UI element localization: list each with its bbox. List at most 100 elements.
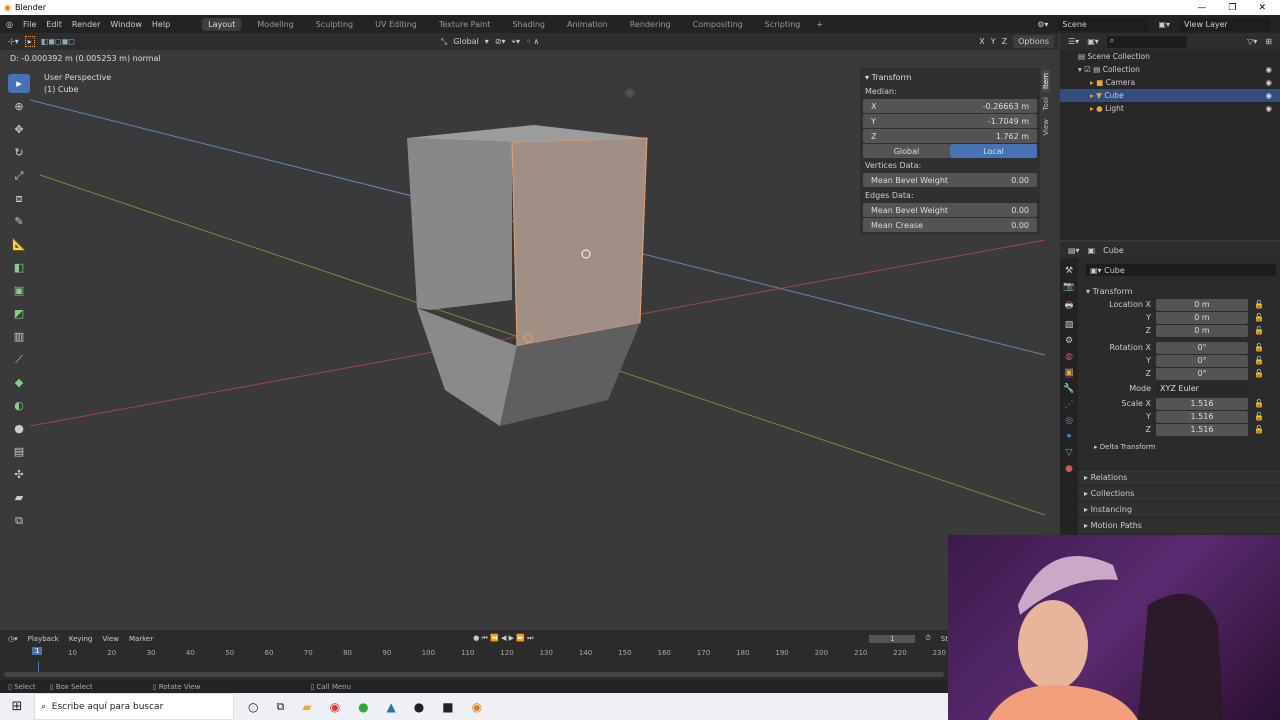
median-x-field[interactable]: X -0.26663 m	[863, 99, 1037, 113]
snap-icon[interactable]: ⌖▾	[512, 37, 521, 47]
add-workspace-button[interactable]: +	[816, 20, 823, 29]
photos-icon[interactable]: ▲	[387, 700, 396, 714]
taskbar-search-input[interactable]: ⌕ Escribe aquí para buscar	[34, 693, 234, 720]
editor-type-icon[interactable]: ⊹▾	[8, 37, 19, 46]
visibility-eye-icon[interactable]: ◉	[1265, 65, 1272, 74]
tab-item[interactable]: Item	[1042, 70, 1050, 92]
timeline-scrollbar[interactable]	[4, 672, 944, 677]
modifier-tab-icon[interactable]: 🔧	[1063, 384, 1074, 394]
scene-icon[interactable]: ⚙▾	[1037, 20, 1048, 29]
lock-icon[interactable]: 🔓	[1252, 356, 1266, 365]
visibility-eye-icon[interactable]: ◉	[1265, 91, 1272, 100]
new-collection-icon[interactable]: ⊞	[1265, 37, 1272, 46]
smooth-tool[interactable]: ●	[8, 419, 30, 438]
tab-modeling[interactable]: Modeling	[251, 18, 299, 31]
proportional-icon[interactable]: ◦ ∧	[526, 37, 539, 46]
poly-build-tool[interactable]: ◆	[8, 373, 30, 392]
editor-type-icon[interactable]: ◷▾	[8, 635, 18, 643]
filter-view-icon[interactable]: ▣▾	[1087, 37, 1099, 46]
axis-z-toggle[interactable]: Z	[1002, 37, 1007, 46]
shrink-fatten-tool[interactable]: ✣	[8, 465, 30, 484]
outliner-cube[interactable]: ▸ ▼ Cube ◉	[1060, 89, 1280, 102]
render-tab-icon[interactable]: 📷	[1063, 282, 1074, 292]
edge-slide-tool[interactable]: ▤	[8, 442, 30, 461]
location-y-field[interactable]: 0 m	[1156, 311, 1248, 324]
tab-shading[interactable]: Shading	[506, 18, 551, 31]
shear-tool[interactable]: ▰	[8, 488, 30, 507]
task-view-icon[interactable]: ⧉	[276, 700, 284, 714]
lock-icon[interactable]: 🔓	[1252, 326, 1266, 335]
outliner-scene-collection[interactable]: ▤ Scene Collection	[1060, 50, 1280, 63]
instancing-section[interactable]: ▸ Instancing	[1078, 501, 1280, 517]
outliner-camera[interactable]: ▸ ■ Camera ◉	[1060, 76, 1280, 89]
edge-bevel-weight-field[interactable]: Mean Bevel Weight 0.00	[863, 203, 1037, 217]
vertex-bevel-weight-field[interactable]: Mean Bevel Weight 0.00	[863, 173, 1037, 187]
output-tab-icon[interactable]: 🖶	[1065, 298, 1074, 314]
lock-icon[interactable]: 🔓	[1252, 343, 1266, 352]
annotate-tool[interactable]: ✎	[8, 212, 30, 231]
delta-transform-subpanel[interactable]: ▸ Delta Transform	[1078, 440, 1280, 454]
tab-scripting[interactable]: Scripting	[759, 18, 807, 31]
view-menu[interactable]: View	[102, 635, 119, 643]
editor-type-icon[interactable]: ▤▾	[1068, 246, 1080, 255]
maximize-button[interactable]: ❐	[1228, 3, 1236, 13]
current-frame-field[interactable]: 1	[869, 634, 916, 643]
menu-render[interactable]: Render	[72, 20, 100, 29]
tab-animation[interactable]: Animation	[561, 18, 614, 31]
scene-field[interactable]: Scene	[1058, 17, 1149, 31]
transform-tool[interactable]: ⧈	[8, 189, 30, 208]
marker-menu[interactable]: Marker	[129, 635, 153, 643]
orientation-dropdown[interactable]: Global	[453, 37, 479, 46]
bevel-tool[interactable]: ◩	[8, 304, 30, 323]
tab-tool[interactable]: Tool	[1042, 93, 1050, 114]
rotate-tool[interactable]: ↻	[8, 143, 30, 162]
median-z-field[interactable]: Z 1.762 m	[863, 129, 1037, 143]
lock-icon[interactable]: 🔓	[1252, 412, 1266, 421]
spin-tool[interactable]: ◐	[8, 396, 30, 415]
location-z-field[interactable]: 0 m	[1156, 324, 1248, 337]
physics-tab-icon[interactable]: ◎	[1065, 416, 1073, 426]
blender-taskbar-icon[interactable]: ◉	[472, 700, 482, 714]
lock-icon[interactable]: 🔓	[1252, 399, 1266, 408]
rotation-mode-dropdown[interactable]: XYZ Euler	[1156, 382, 1248, 395]
extrude-tool[interactable]: ◧	[8, 258, 30, 277]
frame-ruler[interactable]: 1 10 20 30 40 50 60 70 80 90 100 110 120 130 140 150 16…	[0, 647, 948, 661]
tab-rendering[interactable]: Rendering	[624, 18, 677, 31]
scale-tool[interactable]: ⤢	[8, 166, 30, 185]
loop-cut-tool[interactable]: ▥	[8, 327, 30, 346]
app-icon[interactable]: ●	[358, 700, 368, 714]
minimize-button[interactable]: —	[1197, 3, 1206, 13]
tab-compositing[interactable]: Compositing	[687, 18, 749, 31]
view-layer-tab-icon[interactable]: ▧	[1065, 320, 1074, 330]
select-tool-icon[interactable]: ▸	[24, 36, 35, 47]
select-mode-icons[interactable]: ◧◼◻◼◻	[41, 37, 75, 46]
object-name-field[interactable]: ▣▾ Cube	[1086, 264, 1276, 276]
measure-tool[interactable]: 📐	[8, 235, 30, 254]
location-x-field[interactable]: 0 m	[1156, 298, 1248, 311]
tab-uv-editing[interactable]: UV Editing	[369, 18, 423, 31]
rip-tool[interactable]: ⧉	[8, 511, 30, 530]
particles-tab-icon[interactable]: ⋰	[1065, 400, 1074, 410]
options-dropdown[interactable]: Options	[1013, 35, 1054, 48]
select-box-tool[interactable]: ▸	[8, 74, 30, 93]
view-layer-field[interactable]: View Layer	[1180, 17, 1270, 31]
playhead[interactable]: 1	[32, 647, 43, 655]
view-layer-icon[interactable]: ▣▾	[1158, 20, 1170, 29]
data-tab-icon[interactable]: ▽	[1066, 448, 1073, 458]
menu-file[interactable]: File	[23, 20, 36, 29]
motion-paths-section[interactable]: ▸ Motion Paths	[1078, 517, 1280, 533]
search-input[interactable]: ⌕	[1106, 35, 1187, 48]
chrome-icon[interactable]: ◉	[330, 700, 340, 714]
inset-tool[interactable]: ▣	[8, 281, 30, 300]
visibility-eye-icon[interactable]: ◉	[1265, 78, 1272, 87]
relations-section[interactable]: ▸ Relations	[1078, 469, 1280, 485]
constraints-tab-icon[interactable]: ⚭	[1065, 432, 1073, 442]
stopwatch-icon[interactable]: ⏱	[925, 634, 930, 643]
tab-texture-paint[interactable]: Texture Paint	[433, 18, 497, 31]
median-y-field[interactable]: Y -1.7049 m	[863, 114, 1037, 128]
scale-y-field[interactable]: 1.516	[1156, 410, 1248, 423]
outliner-light[interactable]: ▸ ● Light ◉	[1060, 102, 1280, 115]
windows-start-icon[interactable]: ⊞	[0, 699, 34, 714]
start-frame-label[interactable]: St	[941, 635, 948, 643]
axis-y-toggle[interactable]: Y	[991, 37, 996, 46]
